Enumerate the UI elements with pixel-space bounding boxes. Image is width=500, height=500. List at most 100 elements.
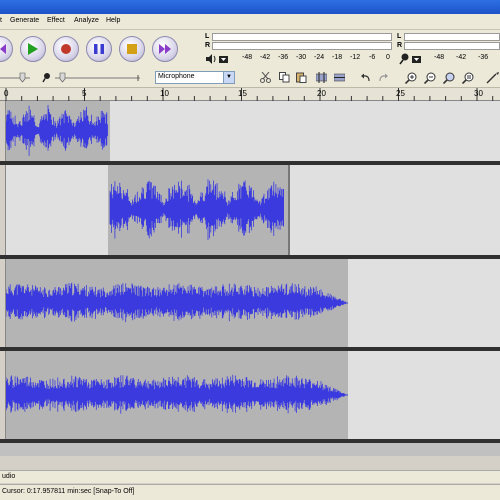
meter-scale-48: -48 [242, 54, 253, 61]
meter-scale-36: -36 [278, 54, 289, 61]
zoom-selection-icon [443, 72, 455, 84]
meter-scale-12: -12 [350, 54, 361, 61]
audio-track-3[interactable] [0, 259, 500, 347]
menu-item-generate[interactable]: Generate [10, 17, 39, 24]
input-source-select[interactable]: Microphone ▼ [155, 71, 235, 84]
play-icon [28, 43, 38, 55]
record-meter-right [404, 42, 500, 50]
ruler-label-10: 10 [160, 89, 169, 98]
track-control-panel[interactable] [0, 259, 6, 347]
zoom-in-icon [405, 72, 417, 84]
track-separator[interactable] [0, 439, 500, 443]
fit-project-button[interactable] [461, 71, 475, 84]
waveform [109, 179, 284, 241]
pause-icon [94, 44, 104, 54]
record-meter-channel-l: L [397, 33, 402, 40]
scissors-icon [259, 72, 271, 83]
zoom-out-button[interactable] [423, 71, 437, 84]
microphone-icon[interactable] [399, 53, 421, 65]
ruler-label-30: 30 [474, 89, 483, 98]
chevron-down-icon[interactable]: ▼ [223, 72, 234, 83]
track-control-panel[interactable] [0, 165, 6, 255]
zoom-in-button[interactable] [404, 71, 418, 84]
mixer-mic-icon [44, 73, 50, 79]
ruler-label-25: 25 [396, 89, 405, 98]
track-area [0, 101, 500, 456]
pause-button[interactable] [86, 36, 112, 62]
ruler-label-0: 0 [4, 89, 9, 98]
stop-icon [127, 44, 137, 54]
meter-scale-24: -24 [314, 54, 325, 61]
horizontal-scroll-area[interactable] [0, 456, 500, 470]
copy-button[interactable] [277, 71, 291, 84]
cursor-position-text: Cursor: 0:17.957811 min:sec [Snap-To Off… [2, 488, 135, 495]
trim-icon [315, 72, 327, 83]
menu-bar: t Generate Effect Analyze Help [0, 14, 500, 30]
ruler-label-15: 15 [238, 89, 247, 98]
ruler-label-20: 20 [317, 89, 326, 98]
record-meter-channel-r: R [397, 42, 403, 49]
title-bar [0, 0, 500, 14]
track-control-panel[interactable] [0, 351, 6, 439]
paste-button[interactable] [294, 71, 308, 84]
status-bar: Cursor: 0:17.957811 min:sec [Snap-To Off… [0, 484, 500, 500]
silence-button[interactable] [332, 71, 346, 84]
meter-toolbar: L R L R -48 -42 -36 -30 -24 -18 -12 -6 0… [200, 30, 500, 68]
playback-meter-right [212, 42, 392, 50]
skip-to-start-button[interactable] [0, 36, 13, 62]
playback-meter-left [212, 33, 392, 41]
redo-icon [378, 73, 388, 81]
skip-start-icon [0, 44, 6, 54]
meter-scale-6: -6 [369, 54, 376, 61]
waveform [5, 374, 348, 414]
meter-scale-0: 0 [386, 54, 390, 61]
audio-track-2[interactable] [0, 165, 500, 255]
input-source-value: Microphone [158, 73, 195, 80]
cut-button[interactable] [258, 71, 272, 84]
undo-icon [360, 73, 370, 81]
paste-icon [295, 72, 306, 83]
audacity-window: t Generate Effect Analyze Help L R L R -… [0, 0, 500, 500]
speaker-icon[interactable] [206, 54, 228, 64]
waveform [5, 282, 348, 323]
playback-meter-channel-l: L [205, 33, 210, 40]
rec-scale-42: -42 [456, 54, 467, 61]
ruler-label-5: 5 [82, 89, 87, 98]
audio-track-4[interactable] [0, 351, 500, 439]
waveform-path [5, 105, 108, 156]
stop-button[interactable] [119, 36, 145, 62]
rec-scale-48: -48 [434, 54, 445, 61]
silence-icon [333, 73, 345, 82]
rec-scale-36: -36 [478, 54, 489, 61]
play-button[interactable] [20, 36, 46, 62]
skip-to-end-button[interactable] [152, 36, 178, 62]
fit-selection-button[interactable] [442, 71, 456, 84]
timeline-ruler[interactable]: 0 5 10 15 20 25 30 [0, 88, 500, 101]
waveform-path [5, 282, 348, 323]
ruler-ticks [5, 88, 494, 101]
track-control-panel[interactable] [0, 101, 6, 161]
audio-track-1[interactable] [0, 101, 500, 161]
zoom-fit-icon [462, 72, 474, 84]
waveform-path [5, 374, 348, 414]
menu-item-help[interactable]: Help [106, 17, 120, 24]
project-rate-label: udio [2, 473, 16, 480]
output-volume-thumb [19, 72, 26, 83]
trim-button[interactable] [314, 71, 328, 84]
menu-item-analyze[interactable]: Analyze [74, 17, 99, 24]
menu-item-effect[interactable]: Effect [47, 17, 65, 24]
skip-end-icon [159, 44, 171, 54]
waveform [5, 105, 108, 156]
zoom-out-icon [424, 72, 436, 84]
meter-scale-30: -30 [296, 54, 307, 61]
meter-scale-42: -42 [260, 54, 271, 61]
menu-item-edit[interactable]: t [0, 17, 2, 24]
draw-tool-icon[interactable] [486, 72, 500, 84]
playback-meter-channel-r: R [205, 42, 211, 49]
project-rate-bar: udio [0, 470, 500, 483]
undo-button[interactable] [358, 71, 372, 84]
meter-scale-18: -18 [332, 54, 343, 61]
redo-button[interactable] [376, 71, 390, 84]
record-button[interactable] [53, 36, 79, 62]
clip-boundary[interactable] [288, 165, 290, 255]
